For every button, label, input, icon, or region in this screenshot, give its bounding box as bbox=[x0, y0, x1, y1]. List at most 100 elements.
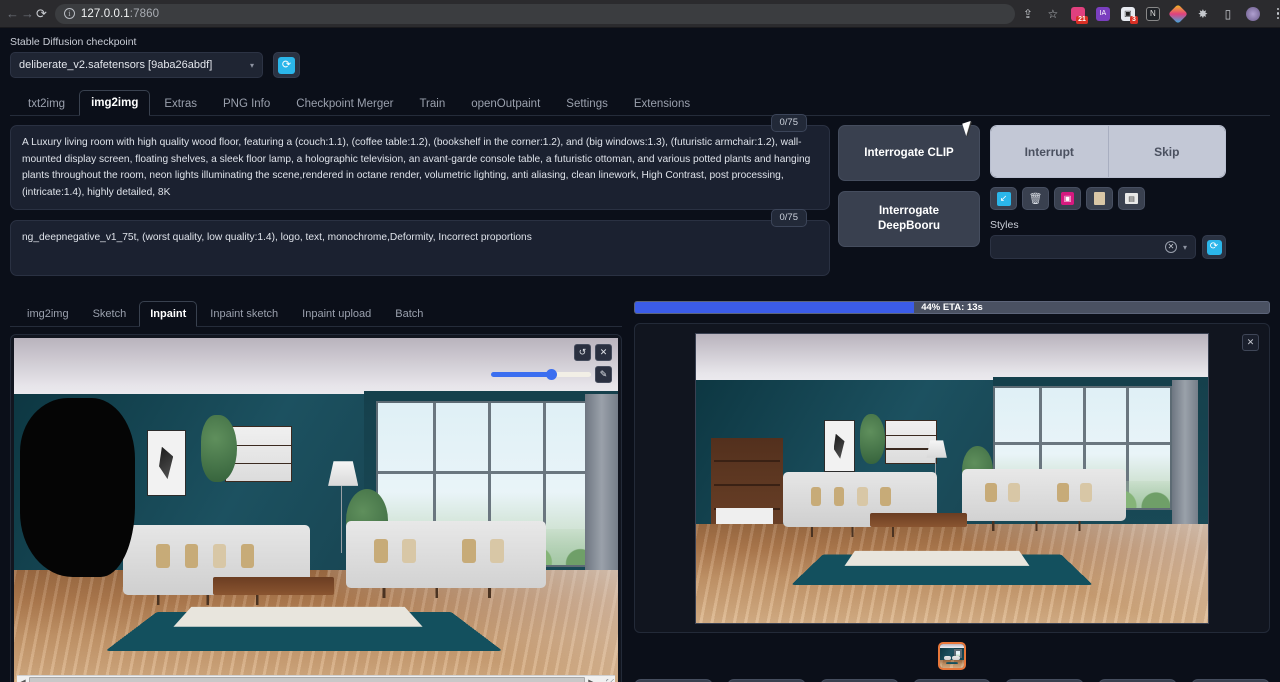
canvas-horizontal-scrollbar[interactable]: ◀ ▶ bbox=[17, 675, 615, 682]
checkpoint-field: Stable Diffusion checkpoint deliberate_v… bbox=[10, 36, 263, 78]
refresh-icon: ⟳ bbox=[1207, 240, 1222, 255]
main-split: img2img Sketch Inpaint Inpaint sketch In… bbox=[10, 300, 1270, 682]
clipboard-icon[interactable] bbox=[1086, 187, 1113, 210]
tab-png-info[interactable]: PNG Info bbox=[211, 91, 282, 116]
tab-openoutpaint[interactable]: openOutpaint bbox=[459, 91, 552, 116]
subtab-batch[interactable]: Batch bbox=[384, 301, 434, 327]
inpaint-canvas[interactable]: ↺ ✕ ✎ ◀ ▶ bbox=[10, 334, 622, 682]
tab-extras[interactable]: Extras bbox=[152, 91, 209, 116]
address-bar[interactable]: i 127.0.0.1:7860 bbox=[55, 4, 1015, 24]
prompt-tool-row: ↙ 🗑 ▣ ▤ bbox=[990, 187, 1226, 210]
canvas-tool-group: ↺ ✕ bbox=[574, 344, 612, 361]
profile-avatar[interactable] bbox=[1242, 3, 1264, 25]
refresh-styles-button[interactable]: ⟳ bbox=[1202, 235, 1226, 259]
chevron-down-icon: ▾ bbox=[1183, 243, 1187, 252]
extension-icon-5[interactable] bbox=[1167, 3, 1189, 25]
back-icon[interactable]: ← bbox=[6, 3, 19, 25]
interrupt-skip-group: Interrupt Skip bbox=[990, 125, 1226, 178]
sidepanel-icon[interactable]: ▯ bbox=[1217, 3, 1239, 25]
interrogate-column: Interrogate CLIP Interrogate DeepBooru bbox=[838, 125, 980, 286]
subtab-sketch[interactable]: Sketch bbox=[82, 301, 138, 327]
forward-icon[interactable]: → bbox=[21, 3, 34, 25]
result-thumbnail[interactable] bbox=[938, 642, 966, 670]
rug-inner bbox=[173, 607, 422, 627]
reload-icon[interactable]: ⟳ bbox=[36, 3, 47, 25]
tab-txt2img[interactable]: txt2img bbox=[16, 91, 77, 116]
share-icon[interactable]: ⇪ bbox=[1017, 3, 1039, 25]
url-port: :7860 bbox=[130, 8, 159, 20]
tab-train[interactable]: Train bbox=[407, 91, 457, 116]
checkpoint-value: deliberate_v2.safetensors [9aba26abdf] bbox=[19, 59, 212, 71]
scroll-left-icon[interactable]: ◀ bbox=[17, 678, 29, 682]
url-text: 127.0.0.1:7860 bbox=[81, 8, 159, 20]
scrollbar-thumb[interactable] bbox=[29, 677, 585, 682]
browser-menu-icon[interactable] bbox=[1267, 3, 1280, 25]
extension-icon-1[interactable]: 21 bbox=[1067, 3, 1089, 25]
actions-column: Interrogate CLIP Interrogate DeepBooru I… bbox=[838, 125, 1270, 286]
undo-icon[interactable]: ↺ bbox=[574, 344, 591, 361]
checkpoint-dropdown[interactable]: deliberate_v2.safetensors [9aba26abdf] ▾ bbox=[10, 52, 263, 78]
negative-prompt-box[interactable]: 0/75 ng_deepnegative_v1_75t, (worst qual… bbox=[10, 220, 830, 276]
progress-label: 44% ETA: 13s bbox=[635, 302, 1269, 313]
prompt-column: 0/75 A Luxury living room with high qual… bbox=[10, 125, 830, 286]
inpaint-mask bbox=[20, 398, 135, 578]
negative-prompt-input[interactable]: ng_deepnegative_v1_75t, (worst quality, … bbox=[22, 230, 818, 247]
img2img-left-panel: img2img Sketch Inpaint Inpaint sketch In… bbox=[10, 300, 622, 682]
results-panel: 44% ETA: 13s bbox=[634, 300, 1270, 682]
brush-size-slider[interactable] bbox=[491, 368, 591, 381]
inpaint-canvas-inner[interactable]: ↺ ✕ ✎ ◀ ▶ bbox=[14, 338, 618, 682]
browser-extensions-area: ⇪ ☆ 21 IA ▣ 3 N ✸ ▯ bbox=[1017, 3, 1280, 25]
save-style-icon[interactable]: ▤ bbox=[1118, 187, 1145, 210]
subtab-inpaint[interactable]: Inpaint bbox=[139, 301, 197, 327]
styles-label: Styles bbox=[990, 219, 1226, 231]
positive-token-counter: 0/75 bbox=[771, 114, 808, 132]
result-image[interactable] bbox=[695, 333, 1209, 624]
styles-dropdown[interactable]: ✕ ▾ bbox=[990, 235, 1196, 259]
floor-lamp-pole bbox=[341, 486, 342, 553]
tab-checkpoint-merger[interactable]: Checkpoint Merger bbox=[284, 91, 405, 116]
close-icon[interactable]: ✕ bbox=[595, 344, 612, 361]
chevron-down-icon: ▾ bbox=[250, 61, 254, 70]
subtab-img2img[interactable]: img2img bbox=[16, 301, 80, 327]
palette-icon[interactable]: ▣ bbox=[1054, 187, 1081, 210]
refresh-checkpoints-button[interactable]: ⟳ bbox=[273, 52, 300, 78]
close-icon[interactable]: ✕ bbox=[1242, 334, 1259, 351]
restore-progress-icon[interactable]: ↙ bbox=[990, 187, 1017, 210]
img2img-subtab-bar: img2img Sketch Inpaint Inpaint sketch In… bbox=[10, 300, 622, 327]
interrogate-deepbooru-button[interactable]: Interrogate DeepBooru bbox=[838, 191, 980, 247]
skip-button[interactable]: Skip bbox=[1109, 126, 1226, 177]
tab-img2img[interactable]: img2img bbox=[79, 90, 150, 116]
coffee-table bbox=[213, 577, 334, 595]
scroll-right-icon[interactable]: ▶ bbox=[585, 678, 597, 682]
refresh-icon: ⟳ bbox=[278, 57, 295, 74]
interrogate-clip-button[interactable]: Interrogate CLIP bbox=[838, 125, 980, 181]
subtab-inpaint-upload[interactable]: Inpaint upload bbox=[291, 301, 382, 327]
tab-extensions[interactable]: Extensions bbox=[622, 91, 702, 116]
extension-icon-3[interactable]: ▣ 3 bbox=[1117, 3, 1139, 25]
brush-size-row: ✎ bbox=[491, 366, 612, 383]
interrupt-button[interactable]: Interrupt bbox=[991, 126, 1109, 177]
wall-art bbox=[147, 430, 186, 497]
main-tab-bar: txt2img img2img Extras PNG Info Checkpoi… bbox=[10, 89, 1270, 116]
brush-icon[interactable]: ✎ bbox=[595, 366, 612, 383]
positive-prompt-box[interactable]: 0/75 A Luxury living room with high qual… bbox=[10, 125, 830, 210]
checkpoint-label: Stable Diffusion checkpoint bbox=[10, 36, 263, 48]
result-thumbnail-strip bbox=[634, 642, 1270, 670]
sofa-right bbox=[346, 521, 545, 588]
extension-badge-3: 3 bbox=[1130, 16, 1138, 24]
browser-toolbar: ← → ⟳ i 127.0.0.1:7860 ⇪ ☆ 21 IA ▣ 3 N ✸… bbox=[0, 0, 1280, 28]
generate-column: Interrupt Skip ↙ 🗑 ▣ ▤ Styles ✕ ▾ bbox=[990, 125, 1226, 286]
generation-progress-bar: 44% ETA: 13s bbox=[634, 301, 1270, 314]
trash-icon[interactable]: 🗑 bbox=[1022, 187, 1049, 210]
extension-icon-4[interactable]: N bbox=[1142, 3, 1164, 25]
extension-badge-1: 21 bbox=[1076, 16, 1088, 24]
bookmark-icon[interactable]: ☆ bbox=[1042, 3, 1064, 25]
clear-styles-icon[interactable]: ✕ bbox=[1165, 241, 1177, 253]
url-host: 127.0.0.1 bbox=[81, 8, 130, 20]
puzzle-extensions-icon[interactable]: ✸ bbox=[1192, 3, 1214, 25]
site-info-icon[interactable]: i bbox=[64, 8, 75, 19]
tab-settings[interactable]: Settings bbox=[554, 91, 620, 116]
extension-icon-2[interactable]: IA bbox=[1092, 3, 1114, 25]
subtab-inpaint-sketch[interactable]: Inpaint sketch bbox=[199, 301, 289, 327]
positive-prompt-input[interactable]: A Luxury living room with high quality w… bbox=[22, 135, 818, 201]
